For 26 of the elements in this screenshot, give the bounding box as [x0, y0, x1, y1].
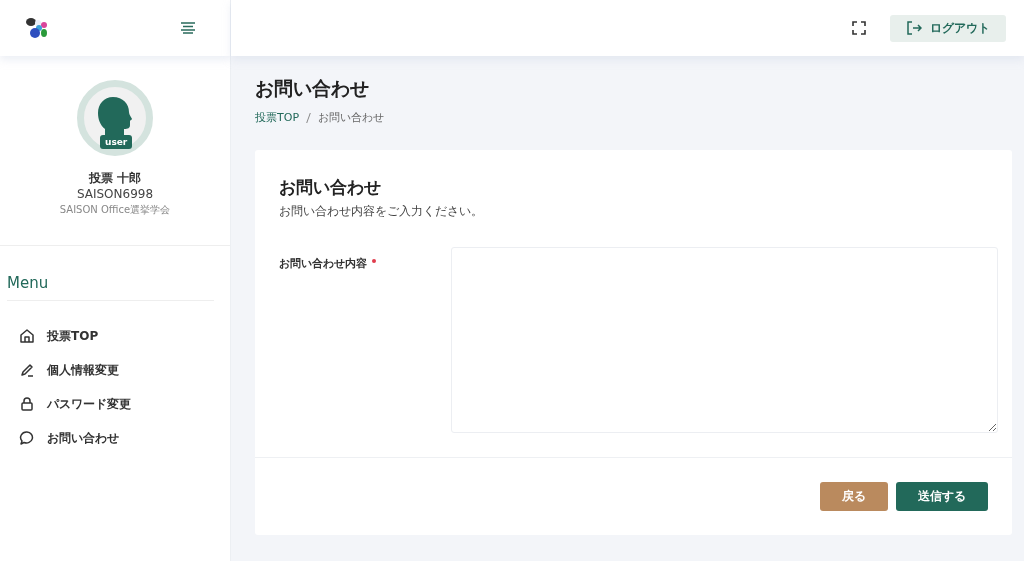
lock-icon: [19, 396, 35, 412]
pencil-icon: [19, 362, 35, 378]
menu-heading: Menu: [7, 274, 214, 301]
breadcrumb-link[interactable]: 投票TOP: [255, 110, 299, 125]
logout-icon: [906, 20, 922, 36]
logo-icon: [24, 16, 50, 40]
menu-icon[interactable]: [180, 22, 196, 34]
inquiry-text-field[interactable]: [451, 247, 998, 433]
submit-button[interactable]: 送信する: [896, 482, 988, 511]
page-title: お問い合わせ: [255, 76, 370, 101]
logout-button[interactable]: ログアウト: [890, 14, 1006, 42]
form-description: お問い合わせ内容をご入力ください。: [279, 203, 484, 219]
user-name: 投票 十郎: [88, 170, 142, 187]
organization-name: SAISON Office選挙学会: [59, 203, 171, 217]
form-title: お問い合わせ: [279, 176, 382, 199]
user-id: SAISON6998: [76, 187, 154, 201]
breadcrumb-current: お問い合わせ: [318, 110, 384, 125]
field-label: お問い合わせ内容: [279, 247, 451, 433]
fullscreen-icon[interactable]: [852, 21, 866, 35]
home-icon: [19, 328, 35, 344]
menu-item[interactable]: パスワード変更: [7, 387, 214, 421]
role-badge: user: [100, 135, 133, 149]
chat-bubble-icon: [19, 430, 35, 446]
menu-item[interactable]: 個人情報変更: [7, 353, 214, 387]
menu-item[interactable]: お問い合わせ: [7, 421, 214, 455]
menu-item[interactable]: 投票TOP: [7, 319, 214, 353]
